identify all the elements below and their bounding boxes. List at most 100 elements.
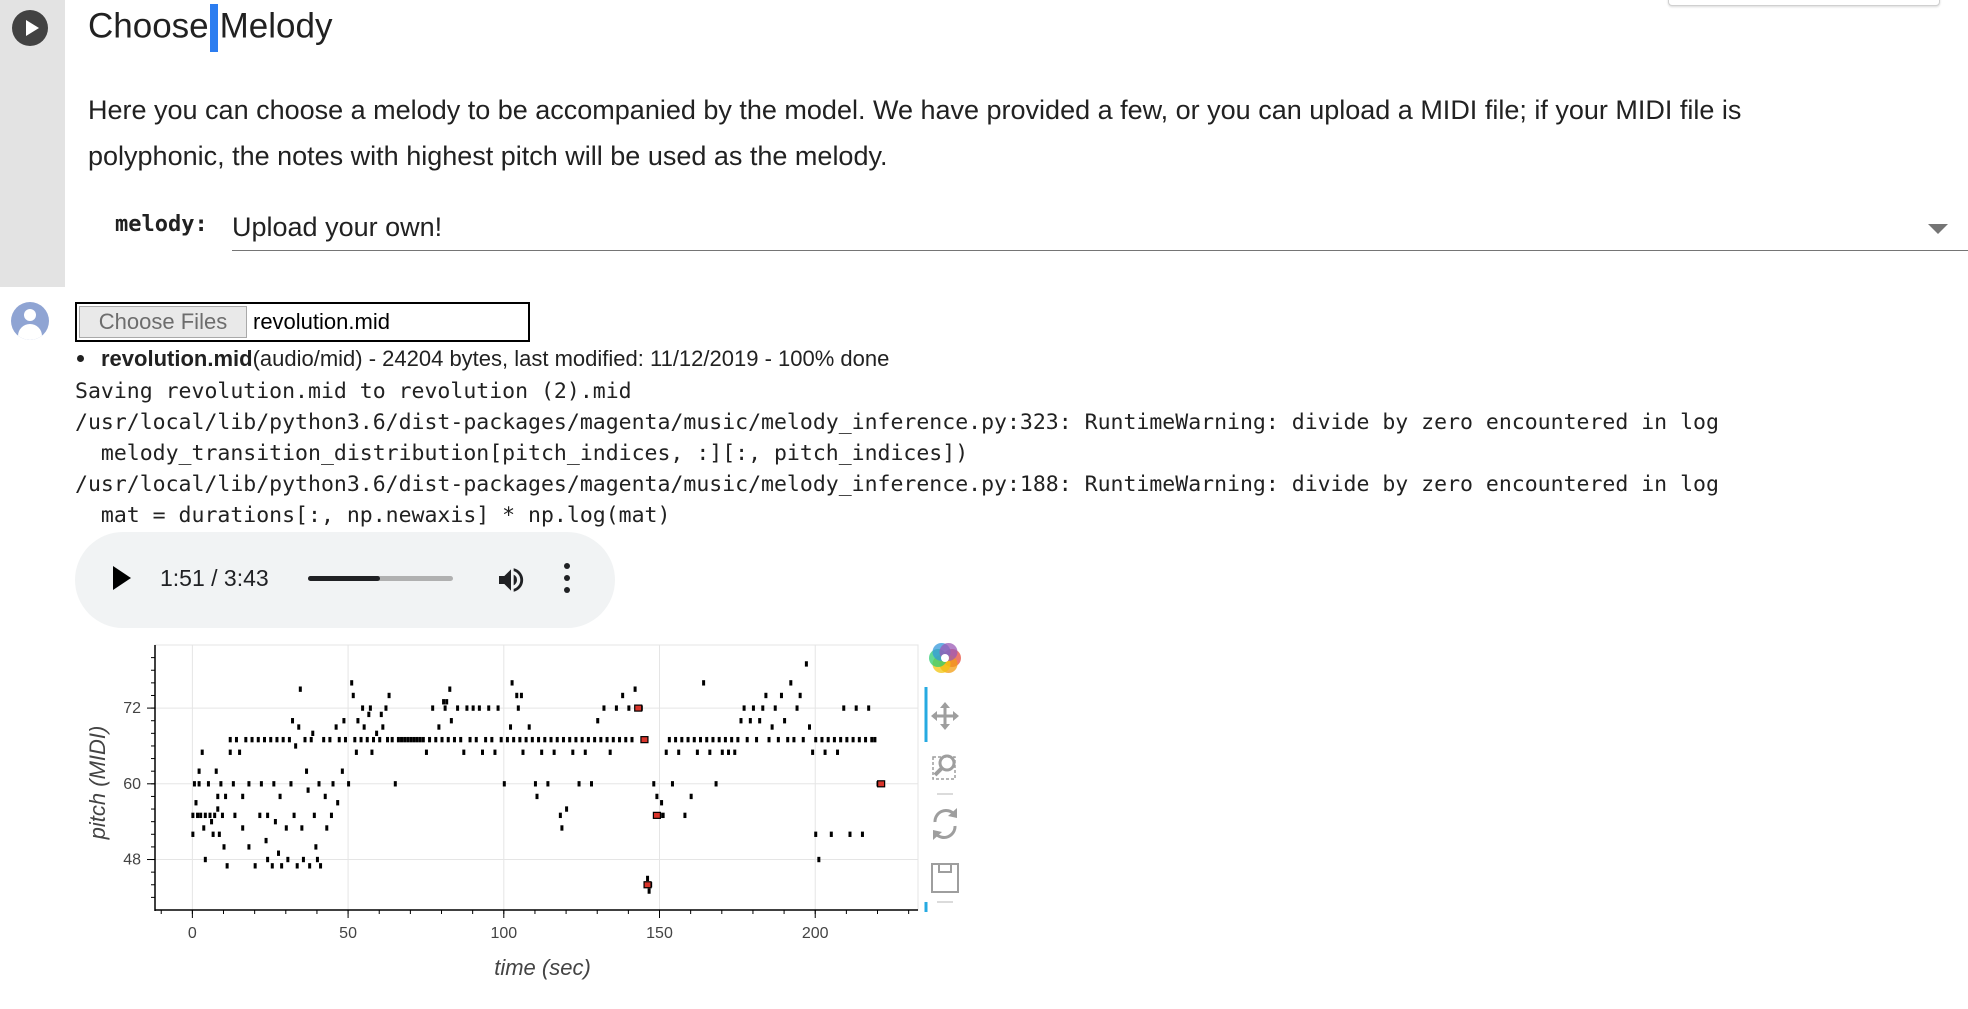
note-mark: [387, 692, 391, 699]
note-mark: [477, 705, 481, 711]
note-mark: [443, 705, 447, 711]
run-cell-button[interactable]: [12, 10, 48, 46]
note-mark: [851, 736, 855, 743]
note-mark: [661, 812, 665, 819]
audio-seek-bar[interactable]: [308, 576, 453, 581]
note-mark: [549, 736, 553, 743]
note-mark: [337, 736, 341, 743]
note-mark: [758, 718, 762, 724]
note-mark: [552, 749, 556, 755]
stream-line: /usr/local/lib/python3.6/dist-packages/m…: [75, 410, 1719, 435]
note-mark: [565, 806, 569, 812]
note-mark: [291, 718, 295, 724]
note-mark: [203, 856, 207, 863]
choose-files-button[interactable]: Choose Files: [79, 306, 247, 338]
melody-dropdown-value: Upload your own!: [232, 212, 443, 242]
note-mark: [505, 736, 509, 743]
note-mark: [502, 781, 506, 787]
note-mark: [378, 736, 382, 743]
note-mark: [779, 692, 783, 699]
note-mark: [228, 736, 232, 743]
note-mark: [558, 812, 562, 819]
note-mark: [400, 736, 404, 743]
note-mark: [714, 781, 718, 787]
volume-icon[interactable]: [495, 564, 527, 596]
note-mark: [428, 736, 432, 743]
more-options-icon[interactable]: [563, 563, 571, 597]
note-mark: [677, 749, 681, 755]
note-mark: [848, 831, 852, 837]
note-mark: [518, 736, 522, 743]
note-mark: [621, 692, 625, 699]
note-mark: [577, 781, 581, 787]
box-zoom-icon[interactable]: [932, 754, 956, 795]
note-mark: [560, 825, 564, 831]
note-mark: [259, 781, 263, 787]
note-mark-highlighted: [643, 881, 652, 889]
note-mark: [406, 736, 410, 743]
note-mark: [543, 736, 547, 743]
text-cursor: [209, 4, 218, 52]
note-mark: [605, 736, 609, 743]
reset-icon[interactable]: [933, 808, 957, 840]
note-mark: [568, 736, 572, 743]
note-mark: [303, 736, 307, 743]
file-upload-input[interactable]: Choose Files revolution.mid: [75, 302, 530, 342]
note-mark: [723, 736, 727, 743]
note-mark: [448, 686, 452, 692]
note-mark: [481, 749, 484, 755]
note-mark: [655, 793, 659, 800]
note-mark: [311, 730, 315, 737]
note-mark: [390, 736, 394, 743]
note-mark: [234, 736, 238, 743]
note-mark: [755, 736, 759, 743]
note-mark: [699, 736, 702, 743]
note-mark: [306, 787, 310, 793]
pan-icon[interactable]: [931, 702, 959, 730]
note-mark: [375, 730, 379, 737]
chevron-down-icon: [1928, 224, 1948, 234]
y-tick-label: 72: [123, 700, 141, 717]
note-mark: [586, 736, 590, 743]
note-mark: [776, 736, 780, 743]
note-mark: [431, 705, 435, 711]
plot-area: [154, 644, 919, 911]
audio-progress-fill: [308, 576, 381, 581]
heading-word-choose: Choose: [88, 6, 209, 46]
note-mark: [354, 749, 358, 755]
note-mark: [736, 736, 740, 743]
melody-dropdown[interactable]: Upload your own!: [232, 208, 1968, 251]
note-mark: [708, 749, 712, 755]
note-mark: [789, 680, 793, 686]
note-mark: [278, 793, 282, 800]
note-mark: [367, 711, 371, 718]
save-icon[interactable]: [931, 863, 959, 903]
note-mark: [222, 844, 226, 850]
note-mark: [224, 793, 228, 800]
note-mark: [403, 736, 407, 743]
note-mark: [415, 736, 419, 743]
x-tick-label: 150: [646, 925, 673, 942]
note-mark: [269, 736, 273, 743]
note-mark: [633, 686, 637, 692]
bokeh-logo-icon[interactable]: [929, 642, 961, 674]
note-mark: [409, 736, 413, 743]
play-icon[interactable]: [113, 566, 131, 590]
note-mark: [674, 736, 678, 743]
note-mark: [512, 736, 516, 743]
note-mark: [484, 736, 488, 743]
note-mark: [783, 718, 787, 724]
note-mark: [231, 781, 235, 787]
note-mark-highlighted: [877, 780, 886, 788]
note-mark: [323, 793, 327, 800]
note-mark: [574, 736, 578, 743]
note-mark: [266, 812, 270, 819]
note-mark: [773, 705, 777, 711]
melody-label: melody:: [115, 212, 208, 237]
note-mark: [602, 705, 606, 711]
note-mark: [462, 749, 466, 755]
note-mark: [216, 806, 220, 812]
note-mark: [702, 680, 706, 686]
note-mark: [241, 825, 245, 831]
note-mark: [836, 749, 840, 755]
